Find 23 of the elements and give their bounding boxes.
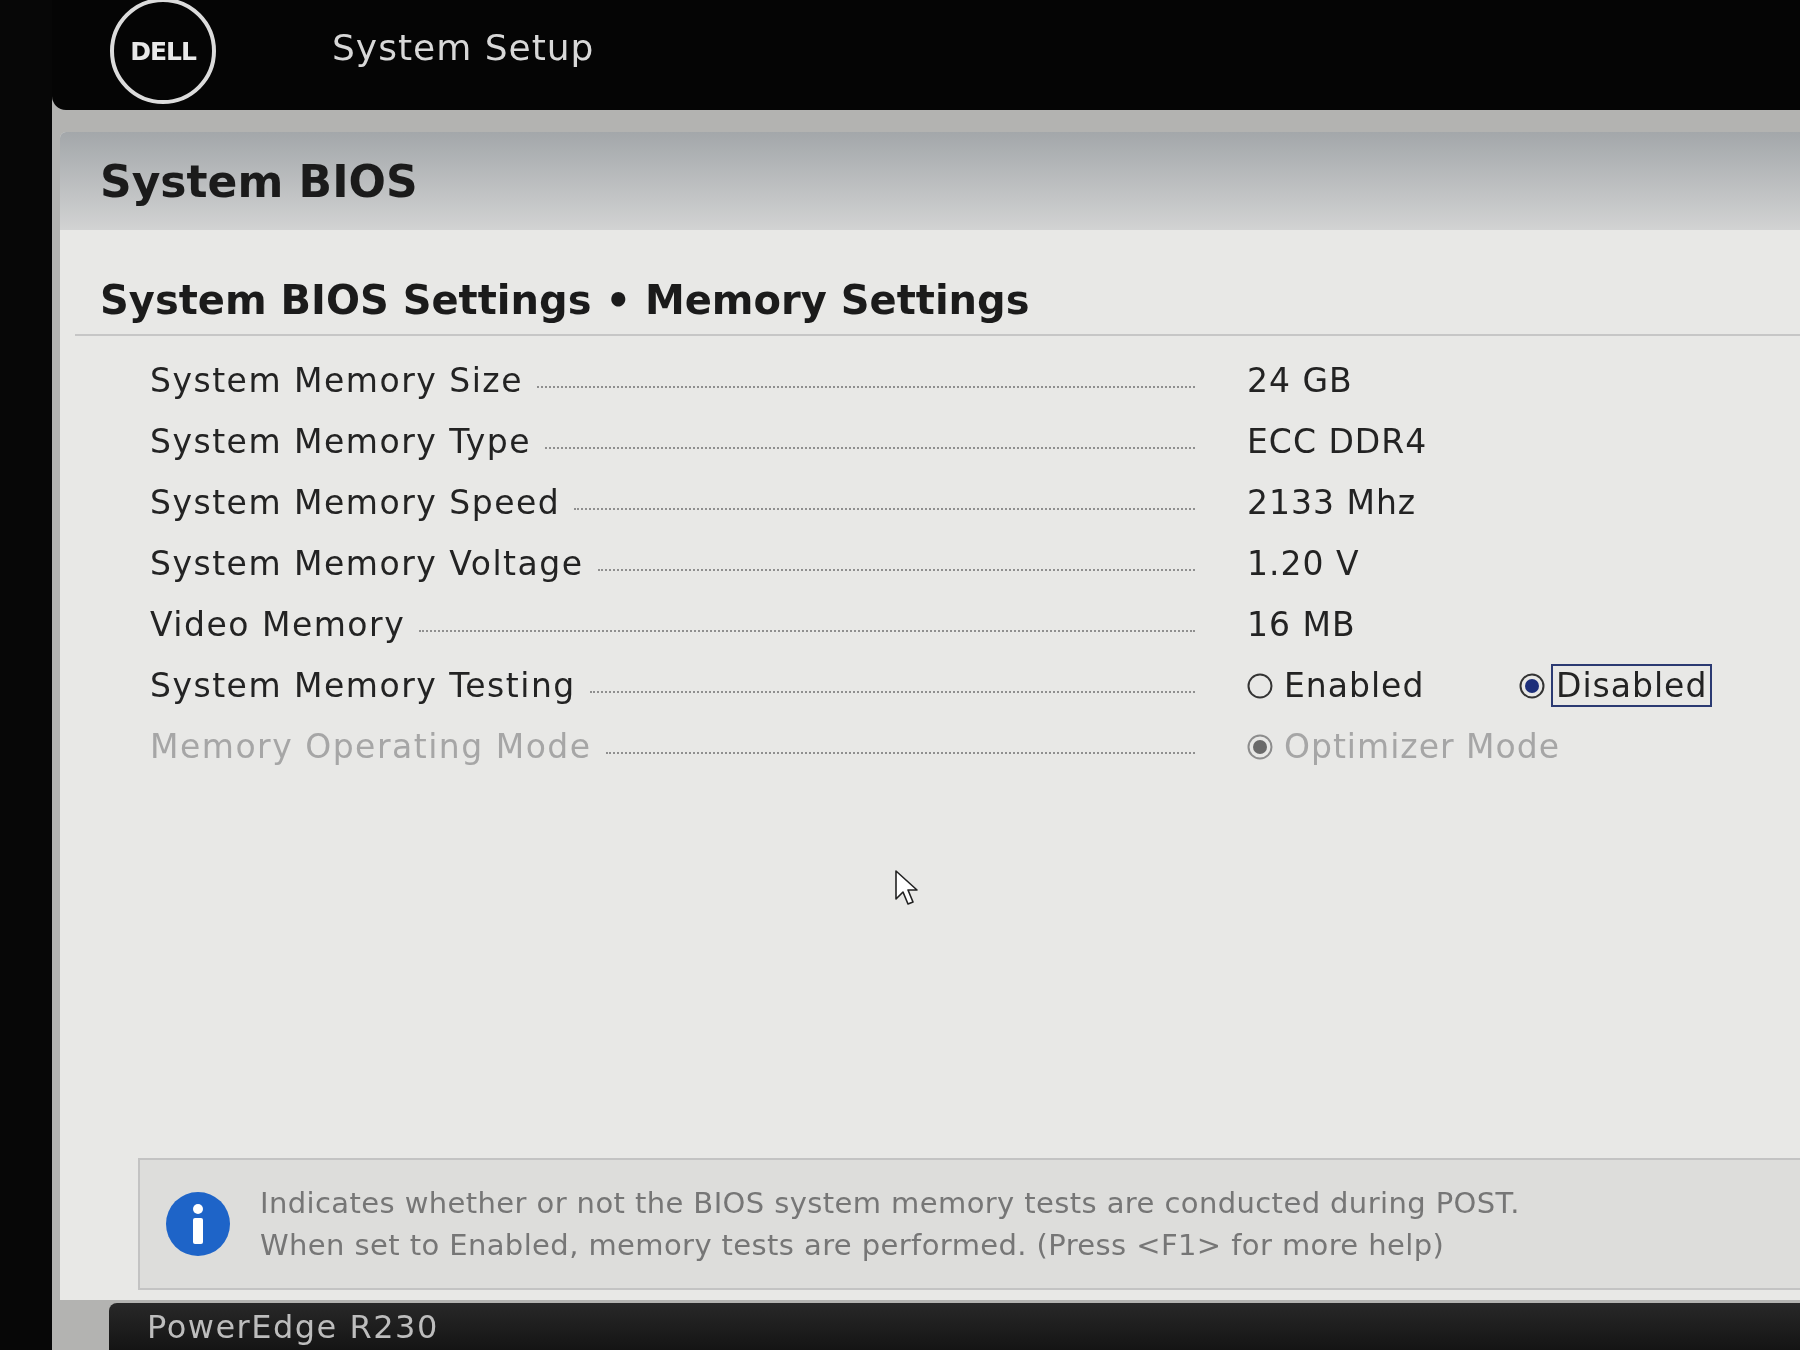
mouse-pointer-icon [895,870,919,906]
setting-label: Memory Operating Mode [150,727,592,766]
radio-option[interactable]: Enabled [1247,664,1519,707]
radio-icon[interactable] [1247,672,1273,699]
app-title: System Setup [332,26,595,68]
setting-label: System Memory Size [150,361,523,400]
setting-label: System Memory Speed [150,483,561,522]
setting-value: 1.20 V [1247,544,1360,583]
brand-logo: DELL [110,0,216,104]
page-title: System BIOS Settings • Memory Settings [100,276,1031,325]
setting-value: 16 MB [1247,605,1356,644]
setting-value: 2133 Mhz [1247,483,1417,522]
setting-label: System Memory Voltage [150,544,584,583]
radio-icon[interactable] [1519,672,1545,699]
setting-value: ECC DDR4 [1247,422,1428,461]
setting-label: Video Memory [150,605,406,644]
setting-label: System Memory Testing [150,666,576,705]
help-text: Indicates whether or not the BIOS system memory tests are conducted during POST. When set to Enabled, memory tests are performed. (Press <F1> for more help) [260,1185,1520,1264]
panel-title: System BIOS [100,155,418,207]
info-icon [166,1192,230,1256]
setting-value: 24 GB [1247,361,1353,400]
setting-label: System Memory Type [150,422,532,461]
model-name: PowerEdge R230 [147,1307,439,1346]
